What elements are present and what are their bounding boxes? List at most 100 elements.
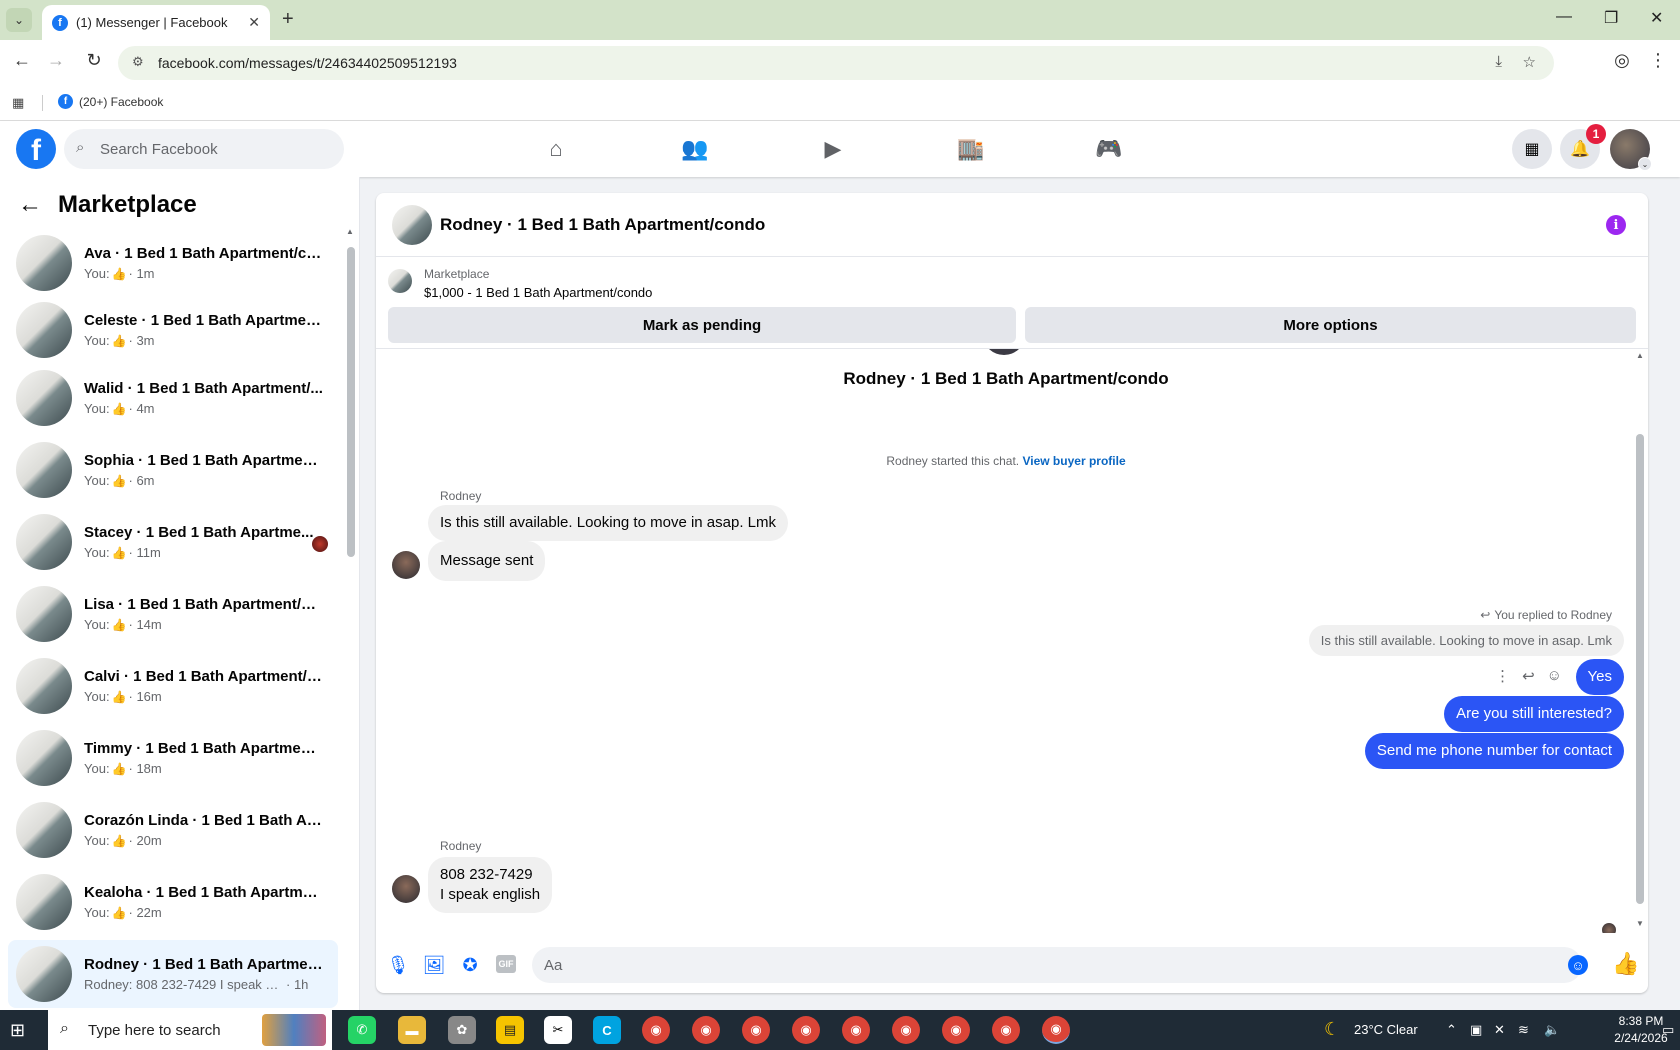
reload-icon[interactable]: ↻ — [82, 50, 106, 71]
conversation-item[interactable]: Corazón Linda · 1 Bed 1 Bath Ap... You: 👍… — [8, 796, 338, 864]
mark-pending-button[interactable]: Mark as pending — [388, 307, 1016, 343]
chrome-profile-icon[interactable]: ◉ — [992, 1016, 1020, 1044]
sticky-notes-icon[interactable]: ▤ — [496, 1016, 524, 1044]
microphone-icon[interactable]: 🎙 — [386, 953, 410, 977]
facebook-search-input[interactable]: ⌕ Search Facebook — [64, 129, 344, 169]
canva-icon[interactable]: C — [593, 1016, 621, 1044]
incoming-message[interactable]: Message sent — [428, 541, 546, 581]
chevron-up-icon[interactable]: ⌃ — [1446, 1022, 1457, 1038]
back-arrow-icon[interactable]: ← — [18, 191, 42, 219]
url-field[interactable]: ⚙ facebook.com/messages/t/24634402509512… — [118, 46, 1554, 80]
sender-avatar[interactable] — [392, 551, 420, 579]
listing-thumbnail[interactable] — [388, 269, 412, 293]
meet-icon[interactable]: ▣ — [1470, 1022, 1482, 1038]
weather-text[interactable]: 23°C Clear — [1354, 1022, 1418, 1037]
conversation-item[interactable]: Kealoha · 1 Bed 1 Bath Apartmen... You: 👍… — [8, 868, 338, 936]
new-tab-icon[interactable]: + — [282, 8, 294, 31]
app-icon[interactable]: ✿ — [448, 1016, 476, 1044]
wifi-icon[interactable]: ≋ — [1518, 1022, 1529, 1038]
profile-icon[interactable]: ◎ — [1610, 50, 1634, 71]
conversation-item[interactable]: Lisa · 1 Bed 1 Bath Apartment/co... You:… — [8, 580, 338, 648]
account-avatar[interactable]: ⌄ — [1610, 129, 1652, 171]
chrome-profile-icon[interactable]: ◉ — [892, 1016, 920, 1044]
conversation-item[interactable]: Sophia · 1 Bed 1 Bath Apartment... You: 👍… — [8, 436, 338, 504]
close-window-icon[interactable]: ✕ — [1650, 8, 1663, 28]
conversation-name: Ava · 1 Bed 1 Bath Apartment/co... — [84, 245, 324, 262]
conversation-item[interactable]: Ava · 1 Bed 1 Bath Apartment/co... You: 👍… — [8, 229, 338, 297]
marketplace-icon[interactable]: 🏬 — [955, 135, 987, 163]
tab-search-icon[interactable]: ⌄ — [6, 8, 32, 32]
friends-icon[interactable]: 👥 — [679, 135, 711, 163]
chrome-profile-icon[interactable]: ◉ — [842, 1016, 870, 1044]
chat-title[interactable]: Rodney · 1 Bed 1 Bath Apartment/condo — [440, 215, 765, 235]
outgoing-message[interactable]: Are you still interested? — [1444, 696, 1624, 732]
file-explorer-icon[interactable]: ▬ — [398, 1016, 426, 1044]
scrollbar-thumb[interactable] — [1636, 434, 1644, 904]
taskbar-search[interactable]: ⌕ Type here to search — [48, 1010, 332, 1050]
scroll-up-icon[interactable]: ▲ — [346, 227, 354, 236]
thread-scrollbar[interactable]: ▲ ▼ — [1636, 349, 1644, 933]
conversation-item-active[interactable]: Rodney · 1 Bed 1 Bath Apartmen... Rodney… — [8, 940, 338, 1008]
menu-grid-icon[interactable]: ▦ — [1512, 129, 1552, 169]
video-icon[interactable]: ▶ — [817, 135, 849, 163]
message-input[interactable]: Aa — [532, 947, 1582, 983]
quoted-message[interactable]: Is this still available. Looking to move… — [1308, 625, 1624, 656]
whatsapp-icon[interactable]: ✆ — [348, 1016, 376, 1044]
site-info-icon[interactable]: ⚙ — [132, 54, 144, 70]
chrome-active-icon[interactable]: ◉ — [1042, 1016, 1070, 1044]
listing-price[interactable]: $1,000 - 1 Bed 1 Bath Apartment/condo — [424, 285, 652, 300]
outgoing-message[interactable]: Yes — [1575, 659, 1624, 695]
view-buyer-profile-link[interactable]: View buyer profile — [1022, 454, 1125, 468]
capcut-icon[interactable]: ✂ — [544, 1016, 572, 1044]
incoming-message[interactable]: Is this still available. Looking to move… — [428, 505, 788, 541]
apps-grid-icon[interactable]: ▦ — [12, 95, 24, 111]
sidebar-scrollbar[interactable]: ▲ — [346, 227, 355, 1005]
bookmark-star-icon[interactable]: ☆ — [1523, 53, 1536, 71]
minimize-icon[interactable]: — — [1556, 8, 1572, 26]
install-icon[interactable]: ⤓ — [1495, 53, 1502, 70]
reply-icon[interactable]: ↩ — [1522, 667, 1535, 685]
info-icon[interactable]: i — [1606, 215, 1626, 235]
chat-avatar[interactable] — [392, 205, 432, 245]
chrome-icon[interactable]: ◉ — [642, 1016, 670, 1044]
facebook-logo-icon[interactable]: f — [16, 129, 56, 169]
conversation-item[interactable]: Walid · 1 Bed 1 Bath Apartment/... You: 👍… — [8, 364, 338, 432]
tab-close-icon[interactable]: ✕ — [248, 14, 260, 31]
notification-center-icon[interactable]: ▭ — [1662, 1022, 1674, 1038]
back-icon[interactable]: ← — [10, 50, 34, 71]
chrome-profile-icon[interactable]: ◉ — [692, 1016, 720, 1044]
conversation-item[interactable]: Timmy · 1 Bed 1 Bath Apartment... You: 👍 ·… — [8, 724, 338, 792]
chrome-profile-icon[interactable]: ◉ — [792, 1016, 820, 1044]
conversation-item[interactable]: Stacey · 1 Bed 1 Bath Apartme... You: 👍 · … — [8, 508, 338, 576]
conversation-time: · 4m — [128, 401, 155, 416]
scroll-up-icon[interactable]: ▲ — [1636, 351, 1644, 360]
chrome-profile-icon[interactable]: ◉ — [942, 1016, 970, 1044]
forward-icon[interactable]: → — [44, 50, 68, 71]
photo-icon[interactable]: 🖼 — [422, 953, 446, 977]
browser-tab[interactable]: f (1) Messenger | Facebook ✕ — [42, 5, 270, 40]
more-actions-icon[interactable]: ⋮ — [1495, 667, 1510, 685]
home-icon[interactable]: ⌂ — [540, 135, 572, 163]
emoji-icon[interactable]: ☺ — [1568, 955, 1588, 975]
sender-avatar[interactable] — [392, 875, 420, 903]
weather-moon-icon: ☾ — [1324, 1019, 1341, 1039]
conversation-item[interactable]: Celeste · 1 Bed 1 Bath Apartment... You:… — [8, 296, 338, 364]
volume-icon[interactable]: 🔈 — [1544, 1022, 1560, 1038]
windows-start-icon[interactable]: ⊞ — [10, 1020, 25, 1041]
react-emoji-icon[interactable]: ☺ — [1547, 667, 1562, 685]
scrollbar-thumb[interactable] — [347, 247, 355, 557]
conversation-item[interactable]: Calvi · 1 Bed 1 Bath Apartment/c... You:… — [8, 652, 338, 720]
scroll-down-icon[interactable]: ▼ — [1636, 919, 1644, 928]
more-options-button[interactable]: More options — [1025, 307, 1636, 343]
outgoing-message[interactable]: Send me phone number for contact — [1364, 733, 1624, 769]
network-off-icon[interactable]: ✕ — [1494, 1022, 1505, 1038]
bookmark-facebook[interactable]: f (20+) Facebook — [58, 94, 163, 109]
thumbs-up-send-icon[interactable]: 👍 — [1612, 951, 1639, 977]
gif-icon[interactable]: GIF — [496, 955, 516, 973]
restore-icon[interactable]: ❐ — [1604, 8, 1618, 28]
chrome-profile-icon[interactable]: ◉ — [742, 1016, 770, 1044]
menu-icon[interactable]: ⋮ — [1646, 50, 1670, 71]
sticker-icon[interactable]: ✪ — [458, 953, 482, 977]
incoming-message[interactable]: 808 232-7429 I speak english — [428, 857, 553, 913]
gaming-icon[interactable]: 🎮 — [1093, 135, 1125, 163]
